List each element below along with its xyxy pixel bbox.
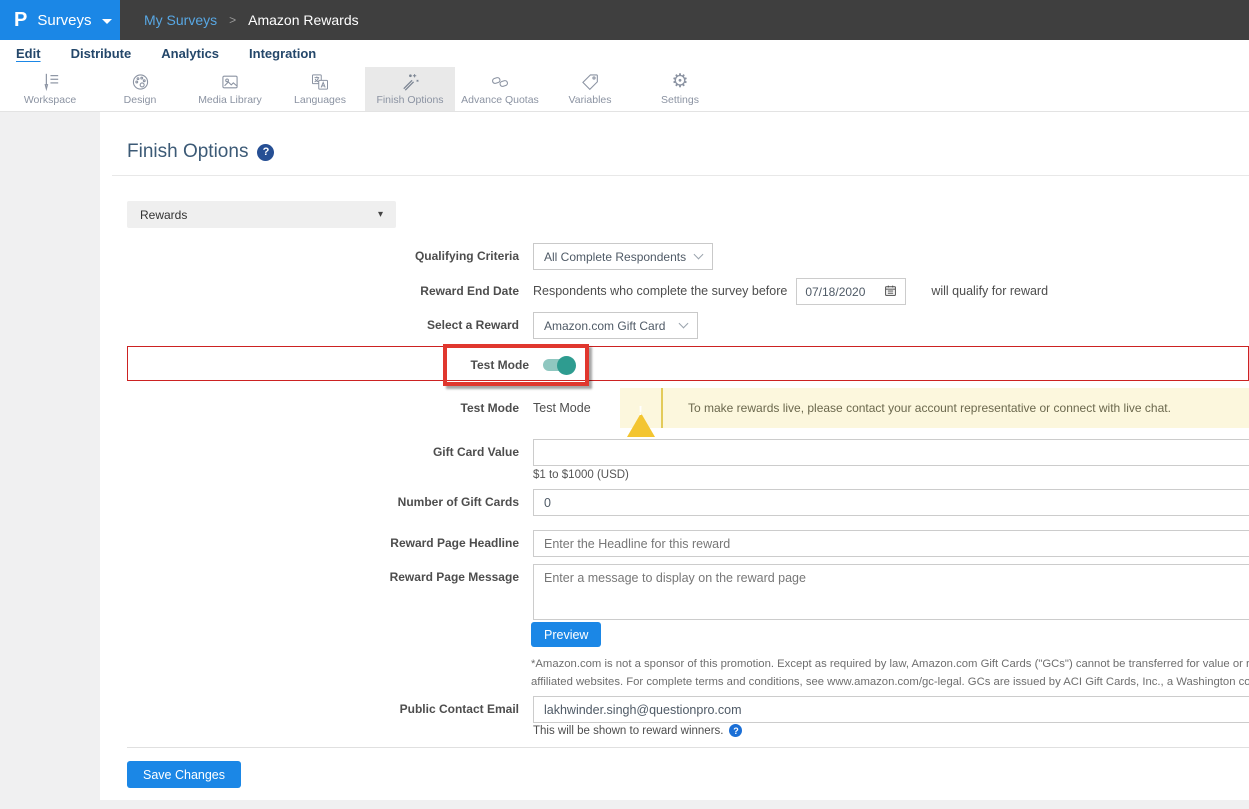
gear-icon: ⚙ <box>671 72 688 92</box>
reward-end-date-input[interactable]: 07/18/2020 <box>796 278 906 305</box>
dropdown-selected-value: Rewards <box>140 208 187 222</box>
reward-page-headline-label: Reward Page Headline <box>100 530 519 557</box>
save-changes-button[interactable]: Save Changes <box>127 761 241 788</box>
test-mode-toggle-row: Test Mode <box>100 344 1249 390</box>
help-icon[interactable]: ? <box>257 144 274 161</box>
divider <box>127 747 1249 748</box>
calendar-icon <box>884 284 897 300</box>
select-value: All Complete Respondents <box>544 250 686 264</box>
breadcrumb: My Surveys > Amazon Rewards <box>144 0 359 40</box>
tag-icon <box>579 72 601 92</box>
tab-edit[interactable]: Edit <box>16 46 41 61</box>
public-contact-email-label: Public Contact Email <box>100 696 519 723</box>
chain-link-icon <box>489 72 511 92</box>
palette-icon <box>130 72 151 92</box>
date-value: 07/18/2020 <box>805 285 865 299</box>
help-icon[interactable]: ? <box>729 724 742 737</box>
toolbar-item-variables[interactable]: Variables <box>545 67 635 111</box>
finish-options-panel: Finish Options ? Rewards ▾ Qualifying Cr… <box>100 112 1249 800</box>
test-mode-warning-banner: ! To make rewards live, please contact y… <box>620 388 1249 428</box>
toolbar-item-media-library[interactable]: Media Library <box>185 67 275 111</box>
reward-page-headline-input[interactable] <box>533 530 1249 557</box>
toolbar-item-workspace[interactable]: Workspace <box>5 67 95 111</box>
finish-option-type-dropdown[interactable]: Rewards ▾ <box>127 201 396 228</box>
test-mode-status-value: Test Mode <box>533 388 620 428</box>
public-contact-email-helper: This will be shown to reward winners. <box>533 725 723 737</box>
reward-end-date-suffix: will qualify for reward <box>931 278 1048 305</box>
gift-card-value-helper: $1 to $1000 (USD) <box>533 469 629 481</box>
breadcrumb-my-surveys[interactable]: My Surveys <box>144 12 217 28</box>
disclaimer-line-2: affiliated websites. For complete terms … <box>531 673 1249 691</box>
toolbar-item-label: Design <box>124 94 157 106</box>
reward-page-message-label: Reward Page Message <box>100 564 519 591</box>
preview-button[interactable]: Preview <box>531 622 601 647</box>
toolbar-item-languages[interactable]: Languages <box>275 67 365 111</box>
toolbar-item-label: Settings <box>661 94 699 106</box>
qualifying-criteria-select[interactable]: All Complete Respondents <box>533 243 713 270</box>
top-bar: P Surveys My Surveys > Amazon Rewards <box>0 0 1249 40</box>
warning-triangle-icon: ! <box>627 396 655 420</box>
questionpro-logo: P <box>14 9 27 32</box>
product-name: Surveys <box>37 12 91 29</box>
chevron-down-icon <box>102 19 112 24</box>
toolbar-item-label: Advance Quotas <box>461 94 539 106</box>
edit-toolbar: Workspace Design Media Library <box>0 67 1249 112</box>
test-mode-status-label: Test Mode <box>100 388 519 428</box>
disclaimer-line-1: *Amazon.com is not a sponsor of this pro… <box>531 655 1249 673</box>
warning-message: To make rewards live, please contact you… <box>663 401 1196 415</box>
gift-card-value-input[interactable] <box>533 439 1249 466</box>
breadcrumb-separator: > <box>229 13 236 27</box>
surveys-product-menu[interactable]: P Surveys <box>0 0 120 40</box>
qualifying-criteria-label: Qualifying Criteria <box>100 243 519 270</box>
toolbar-item-finish-options[interactable]: Finish Options <box>365 67 455 111</box>
gift-card-value-label: Gift Card Value <box>100 439 519 466</box>
breadcrumb-current-survey: Amazon Rewards <box>248 12 359 28</box>
test-mode-toggle-label: Test Mode <box>471 358 529 372</box>
test-mode-toggle-switch[interactable] <box>543 359 573 371</box>
page-title: Finish Options <box>127 141 248 163</box>
annotation-red-row-outline <box>127 346 1249 381</box>
reward-end-date-prefix: Respondents who complete the survey befo… <box>533 278 787 305</box>
select-reward-select[interactable]: Amazon.com Gift Card <box>533 312 698 339</box>
warning-icon-cell: ! <box>620 388 663 428</box>
toolbar-item-settings[interactable]: ⚙ Settings <box>635 67 725 111</box>
chevron-down-icon <box>679 319 689 329</box>
magic-wand-icon <box>399 72 421 92</box>
annotation-red-highlight-box: Test Mode <box>443 344 589 386</box>
chevron-down-icon <box>694 250 704 260</box>
caret-down-icon: ▾ <box>378 209 383 220</box>
translate-icon <box>309 72 331 92</box>
reward-page-message-input[interactable] <box>533 564 1249 620</box>
toolbar-item-design[interactable]: Design <box>95 67 185 111</box>
amazon-disclaimer: *Amazon.com is not a sponsor of this pro… <box>531 655 1249 691</box>
number-of-gift-cards-input[interactable] <box>533 489 1249 516</box>
public-contact-email-input[interactable] <box>533 696 1249 723</box>
toolbar-item-advance-quotas[interactable]: Advance Quotas <box>455 67 545 111</box>
tab-distribute[interactable]: Distribute <box>71 46 132 61</box>
primary-nav: Edit Distribute Analytics Integration <box>0 40 1249 67</box>
toolbar-item-label: Media Library <box>198 94 262 106</box>
toolbar-item-label: Variables <box>569 94 612 106</box>
workspace-icon <box>39 72 61 92</box>
select-reward-label: Select a Reward <box>100 312 519 339</box>
tab-integration[interactable]: Integration <box>249 46 316 61</box>
number-of-gift-cards-label: Number of Gift Cards <box>100 489 519 516</box>
select-value: Amazon.com Gift Card <box>544 319 665 333</box>
divider <box>112 175 1249 176</box>
toolbar-item-label: Workspace <box>24 94 76 106</box>
tab-analytics[interactable]: Analytics <box>161 46 219 61</box>
toggle-knob <box>557 356 576 375</box>
toolbar-item-label: Finish Options <box>376 94 443 106</box>
image-icon <box>219 72 241 92</box>
toolbar-item-label: Languages <box>294 94 346 106</box>
reward-end-date-label: Reward End Date <box>100 278 519 305</box>
